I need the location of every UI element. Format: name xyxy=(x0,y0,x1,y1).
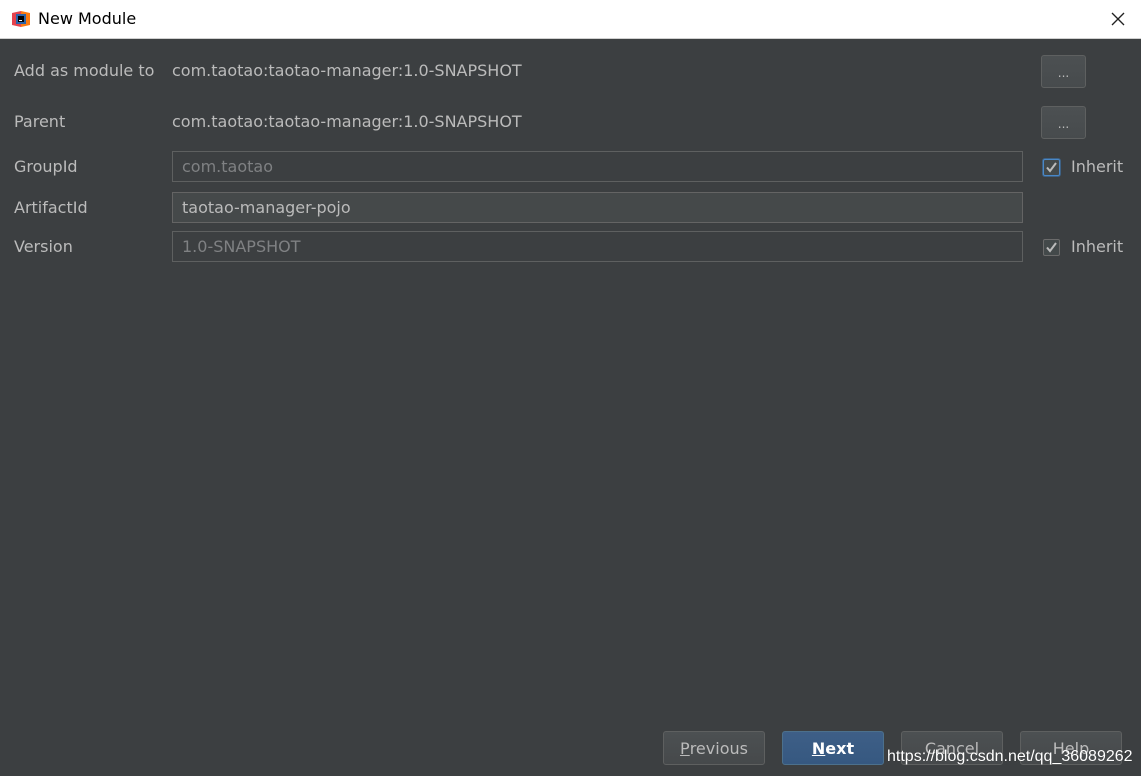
close-button[interactable] xyxy=(1095,0,1141,38)
close-icon xyxy=(1111,12,1125,26)
group-id-label: GroupId xyxy=(14,157,78,176)
checkmark-icon xyxy=(1046,161,1057,173)
group-id-field[interactable]: com.taotao xyxy=(172,151,1023,182)
version-label: Version xyxy=(14,237,73,256)
intellij-icon xyxy=(12,11,30,27)
version-inherit-checkbox[interactable]: Inherit xyxy=(1043,237,1123,257)
artifact-id-label: ArtifactId xyxy=(14,198,88,217)
group-id-inherit-checkbox[interactable]: Inherit xyxy=(1043,157,1123,177)
version-inherit-check-icon xyxy=(1043,238,1060,256)
parent-label: Parent xyxy=(14,112,66,131)
dialog-content: Add as module to com.taotao:taotao-manag… xyxy=(0,39,1141,776)
group-id-inherit-check-icon xyxy=(1043,158,1060,176)
add-as-module-label: Add as module to xyxy=(14,61,155,80)
parent-value: com.taotao:taotao-manager:1.0-SNAPSHOT xyxy=(172,112,522,131)
previous-label-rest: revious xyxy=(689,738,748,758)
version-inherit-label: Inherit xyxy=(1071,237,1124,256)
add-as-module-browse-button[interactable]: ... xyxy=(1041,55,1086,88)
next-button[interactable]: Next xyxy=(782,731,884,765)
group-id-inherit-label: Inherit xyxy=(1071,157,1124,176)
watermark: https://blog.csdn.net/qq_36089262 xyxy=(887,748,1133,765)
next-mnemonic: N xyxy=(811,738,826,758)
add-as-module-value: com.taotao:taotao-manager:1.0-SNAPSHOT xyxy=(172,61,522,80)
window-title: New Module xyxy=(38,9,137,28)
title-bar: New Module xyxy=(0,0,1141,39)
previous-mnemonic: P xyxy=(680,738,690,758)
checkmark-icon xyxy=(1046,241,1057,253)
artifact-id-field[interactable]: taotao-manager-pojo xyxy=(172,192,1023,223)
parent-browse-button[interactable]: ... xyxy=(1041,106,1086,139)
version-field[interactable]: 1.0-SNAPSHOT xyxy=(172,231,1023,262)
next-label-rest: ext xyxy=(825,738,855,758)
previous-button[interactable]: Previous xyxy=(663,731,765,765)
